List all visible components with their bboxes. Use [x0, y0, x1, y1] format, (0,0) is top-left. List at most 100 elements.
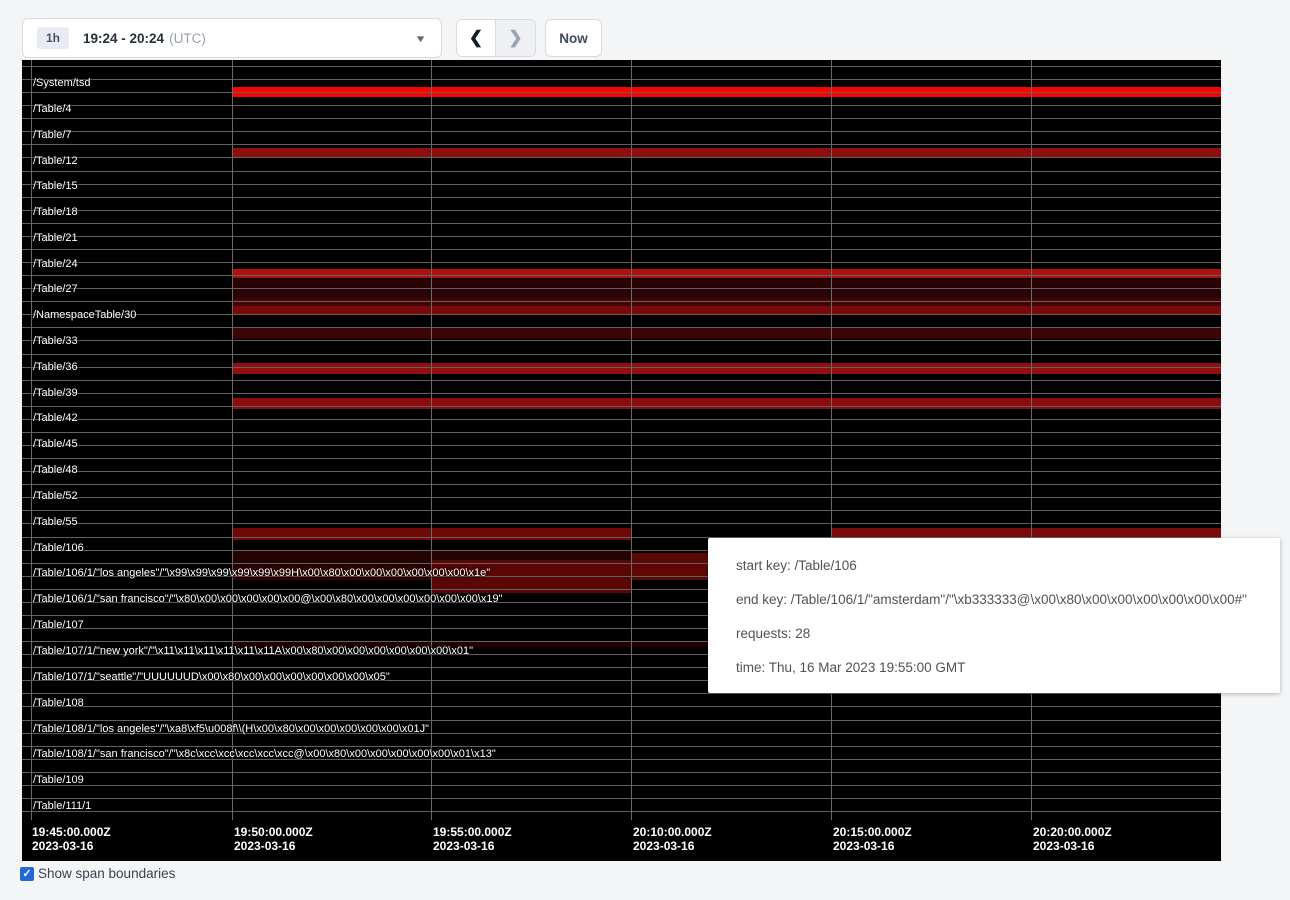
span-label: /Table/42 — [33, 412, 78, 424]
time-gridline — [831, 60, 832, 820]
span-boundary-line — [22, 693, 1221, 694]
span-boundary-line — [22, 301, 1221, 302]
time-range-label: 19:24 - 20:24 — [83, 31, 164, 46]
span-boundary-line — [22, 92, 1221, 93]
span-boundary-line — [22, 746, 1221, 747]
cell-tooltip: start key: /Table/106 end key: /Table/10… — [708, 538, 1280, 693]
span-boundary-line — [22, 458, 1221, 459]
span-boundary-line — [22, 484, 1221, 485]
span-label: /Table/108/1/"san francisco"/"\x8c\xcc\x… — [33, 748, 496, 760]
span-boundary-line — [22, 275, 1221, 276]
span-label: /Table/106/1/"los angeles"/"\x99\x99\x99… — [33, 567, 490, 579]
time-axis-tick: 20:20:00.000Z2023-03-16 — [1033, 825, 1112, 853]
span-label: /Table/48 — [33, 464, 78, 476]
span-boundary-line — [22, 236, 1221, 237]
span-boundary-line — [22, 432, 1221, 433]
span-boundary-line — [22, 144, 1221, 145]
span-boundary-line — [22, 118, 1221, 119]
span-label: /Table/108/1/"los angeles"/"\xa8\xf5\u00… — [33, 723, 429, 735]
span-boundary-line — [22, 288, 1221, 289]
span-label: /NamespaceTable/30 — [33, 309, 136, 321]
time-axis-tick: 19:50:00.000Z2023-03-16 — [234, 825, 313, 853]
time-gridline — [31, 60, 32, 820]
span-boundary-line — [22, 798, 1221, 799]
span-label: /Table/39 — [33, 387, 78, 399]
span-label: /Table/106/1/"san francisco"/"\x80\x00\x… — [33, 593, 503, 605]
time-gridline — [1031, 60, 1032, 820]
span-label: /Table/108 — [33, 697, 84, 709]
span-label: /Table/27 — [33, 283, 78, 295]
heat-band — [232, 269, 1221, 278]
span-label: /Table/107/1/"new york"/"\x11\x11\x11\x1… — [33, 645, 473, 657]
span-boundary-line — [22, 497, 1221, 498]
chevron-down-icon: ▼ — [414, 32, 427, 43]
time-range-dropdown[interactable]: 1h 19:24 - 20:24 (UTC) ▼ — [22, 18, 442, 58]
span-boundary-line — [22, 772, 1221, 773]
span-boundary-line — [22, 66, 1221, 67]
span-label: /Table/107/1/"seattle"/"UUUUUUD\x00\x80\… — [33, 671, 390, 683]
now-button[interactable]: Now — [545, 19, 602, 57]
span-boundary-line — [22, 523, 1221, 524]
span-boundary-line — [22, 197, 1221, 198]
span-boundary-line — [22, 706, 1221, 707]
span-boundary-line — [22, 79, 1221, 80]
span-boundary-line — [22, 314, 1221, 315]
chevron-left-icon: ❮ — [469, 28, 483, 48]
span-boundary-line — [22, 327, 1221, 328]
span-boundary-line — [22, 157, 1221, 158]
span-label: /System/tsd — [33, 77, 90, 89]
span-boundary-line — [22, 471, 1221, 472]
span-boundary-line — [22, 393, 1221, 394]
time-axis-tick: 20:15:00.000Z2023-03-16 — [833, 825, 912, 853]
prev-range-button[interactable]: ❮ — [457, 20, 496, 56]
span-label: /Table/52 — [33, 490, 78, 502]
heat-band — [232, 327, 1221, 339]
span-label: /Table/15 — [33, 180, 78, 192]
span-boundary-line — [22, 340, 1221, 341]
span-label: /Table/12 — [33, 155, 78, 167]
span-label: /Table/33 — [33, 335, 78, 347]
show-span-boundaries-checkbox[interactable]: ✓ — [20, 867, 34, 881]
span-boundary-line — [22, 354, 1221, 355]
time-gridline — [232, 60, 233, 820]
span-boundary-line — [22, 105, 1221, 106]
span-boundary-line — [22, 131, 1221, 132]
span-boundary-line — [22, 171, 1221, 172]
heat-band — [232, 398, 1221, 409]
tooltip-requests: requests: 28 — [736, 617, 1280, 651]
span-boundary-line — [22, 510, 1221, 511]
span-boundary-line — [22, 380, 1221, 381]
span-boundary-line — [22, 367, 1221, 368]
show-span-boundaries-label: Show span boundaries — [38, 866, 175, 881]
time-pager: ❮ ❯ — [456, 19, 536, 57]
span-label: /Table/106 — [33, 542, 84, 554]
span-label: /Table/7 — [33, 129, 72, 141]
span-boundary-line — [22, 811, 1221, 812]
span-boundaries-row: ✓ Show span boundaries — [20, 866, 175, 881]
next-range-button[interactable]: ❯ — [496, 20, 535, 56]
span-label: /Table/4 — [33, 103, 72, 115]
time-axis-tick: 19:45:00.000Z2023-03-16 — [32, 825, 111, 853]
span-boundary-line — [22, 419, 1221, 420]
tooltip-time: time: Thu, 16 Mar 2023 19:55:00 GMT — [736, 651, 1280, 685]
span-label: /Table/21 — [33, 232, 78, 244]
span-label: /Table/109 — [33, 774, 84, 786]
time-gridline — [431, 60, 432, 820]
tooltip-end-key: end key: /Table/106/1/"amsterdam"/"\xb33… — [736, 583, 1280, 617]
span-boundary-line — [22, 262, 1221, 263]
span-label: /Table/55 — [33, 516, 78, 528]
duration-badge: 1h — [37, 27, 69, 49]
time-axis-tick: 20:10:00.000Z2023-03-16 — [633, 825, 712, 853]
timezone-label: (UTC) — [169, 31, 206, 46]
heat-band — [232, 363, 1221, 374]
time-gridline — [631, 60, 632, 820]
key-visualizer-heatmap[interactable]: /System/tsd/Table/4/Table/7/Table/12/Tab… — [22, 60, 1221, 861]
span-label: /Table/36 — [33, 361, 78, 373]
span-boundary-line — [22, 210, 1221, 211]
span-label: /Table/45 — [33, 438, 78, 450]
span-boundary-line — [22, 184, 1221, 185]
span-boundary-line — [22, 249, 1221, 250]
span-boundary-line — [22, 223, 1221, 224]
span-label: /Table/18 — [33, 206, 78, 218]
span-boundary-line — [22, 720, 1221, 721]
